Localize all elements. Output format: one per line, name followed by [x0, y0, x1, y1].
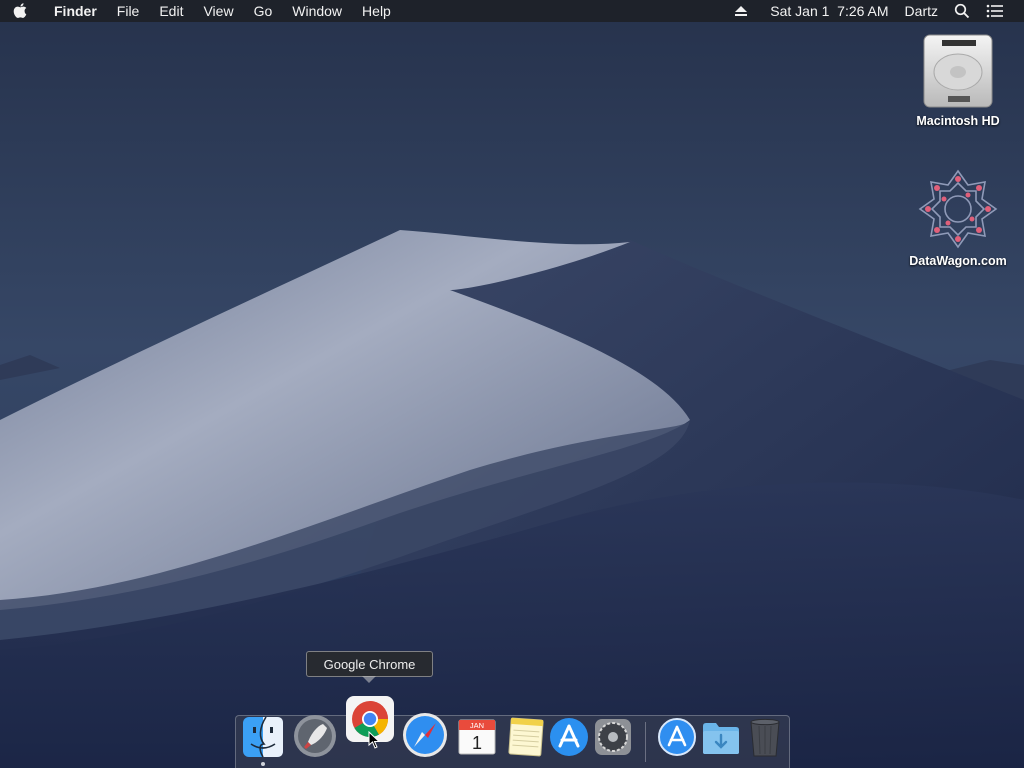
dock-item-applications[interactable]: [656, 716, 698, 758]
spotlight-search-icon[interactable]: [946, 3, 978, 19]
trash-icon: [750, 718, 780, 757]
hard-drive-icon: [923, 34, 993, 108]
desktop-wallpaper: [0, 0, 1024, 768]
notes-icon: [508, 717, 544, 757]
user-menu[interactable]: Dartz: [897, 0, 946, 22]
desktop-icon-macintosh-hd[interactable]: Macintosh HD: [898, 32, 1018, 128]
dock-tooltip: Google Chrome: [306, 651, 433, 677]
desktop-icon-label: DataWagon.com: [909, 254, 1007, 268]
running-indicator: [261, 762, 265, 766]
launchpad-icon: [294, 715, 336, 757]
dock-item-downloads[interactable]: [700, 718, 742, 758]
menu-view[interactable]: View: [193, 0, 243, 22]
applications-folder-icon: [658, 718, 696, 756]
dock-item-app-store[interactable]: [548, 716, 590, 758]
menu-app-finder[interactable]: Finder: [40, 0, 107, 22]
safari-icon: [403, 713, 447, 757]
menu-file[interactable]: File: [107, 0, 150, 22]
notification-center-icon[interactable]: [978, 4, 1012, 18]
apple-icon[interactable]: [0, 0, 40, 22]
downloads-folder-icon: [703, 723, 739, 754]
datawagon-disk-icon: [918, 169, 998, 249]
dock-item-notes[interactable]: [506, 716, 546, 758]
finder-icon: [243, 716, 283, 758]
dock-tooltip-arrow: [362, 676, 376, 683]
system-preferences-icon: [595, 719, 631, 755]
dock-item-calendar[interactable]: JAN 1: [456, 715, 498, 757]
menu-go[interactable]: Go: [244, 0, 283, 22]
calendar-day: 1: [472, 733, 482, 753]
clock[interactable]: Sat Jan 1 7:26 AM: [756, 0, 896, 22]
dock-item-safari[interactable]: [401, 711, 449, 759]
desktop-icon-label: Macintosh HD: [916, 114, 1000, 128]
menu-bar: Finder File Edit View Go Window Help Sat…: [0, 0, 1024, 22]
calendar-month: JAN: [470, 721, 484, 730]
mouse-cursor-icon: [368, 731, 380, 749]
dock-item-launchpad[interactable]: [292, 713, 338, 759]
dock-item-system-preferences[interactable]: [592, 716, 634, 758]
menu-edit[interactable]: Edit: [149, 0, 193, 22]
dock-item-finder[interactable]: [241, 715, 285, 759]
dock-item-trash[interactable]: [746, 718, 784, 758]
calendar-icon: JAN 1: [458, 719, 496, 755]
menu-help[interactable]: Help: [352, 0, 401, 22]
dock-separator: [645, 722, 646, 762]
menu-window[interactable]: Window: [282, 0, 352, 22]
eject-icon[interactable]: [726, 5, 756, 17]
desktop-icon-datawagon[interactable]: DataWagon.com: [898, 168, 1018, 268]
app-store-icon: [550, 718, 588, 756]
